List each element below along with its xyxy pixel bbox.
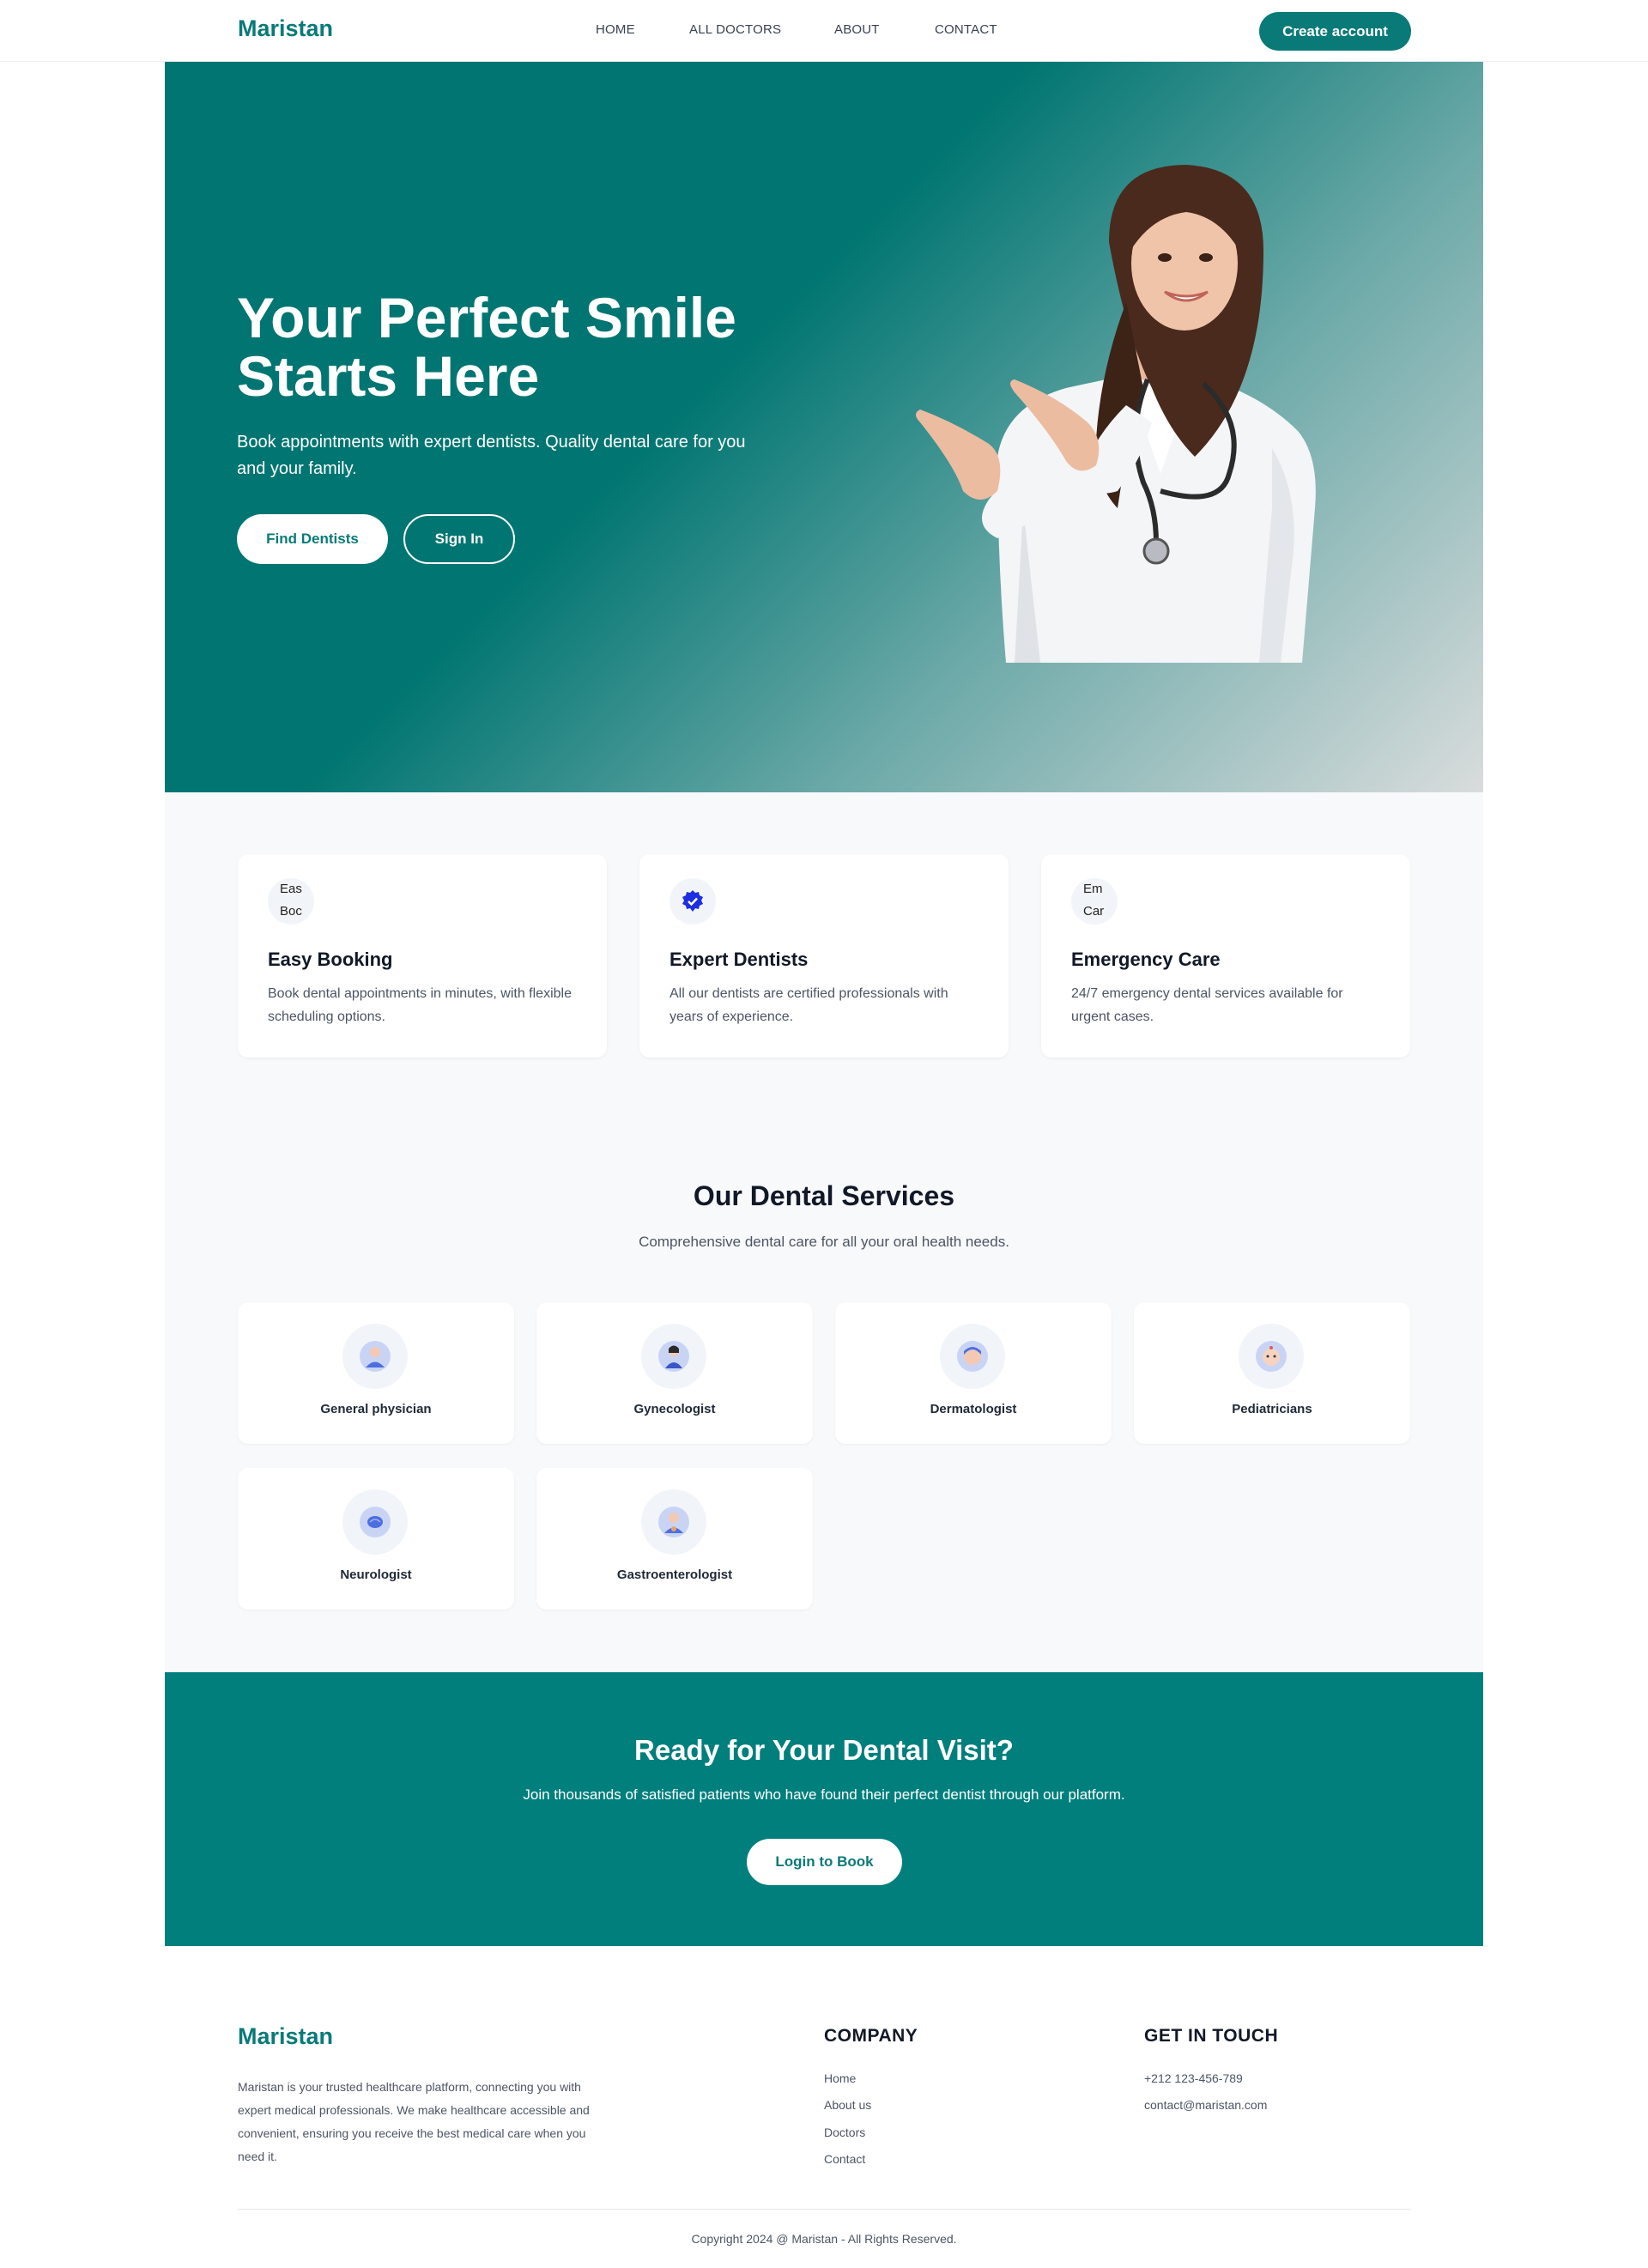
service-card-dermatologist[interactable]: Dermatologist <box>835 1302 1112 1444</box>
find-dentists-button[interactable]: Find Dentists <box>237 514 388 564</box>
emergency-icon: Em Car <box>1071 878 1118 925</box>
footer-copyright: Copyright 2024 @ Maristan - All Rights R… <box>691 2232 957 2246</box>
service-card-neurologist[interactable]: Neurologist <box>238 1468 514 1610</box>
services-subtitle: Comprehensive dental care for all your o… <box>639 1234 1009 1250</box>
cta-section: Ready for Your Dental Visit? Join thousa… <box>165 1672 1483 1946</box>
service-label: Pediatricians <box>1232 1402 1312 1416</box>
general-physician-icon <box>342 1324 408 1389</box>
service-card-general-physician[interactable]: General physician <box>238 1302 514 1444</box>
footer-phone: +212 123-456-789 <box>1144 2071 1243 2085</box>
service-card-gastroenterologist[interactable]: Gastroenterologist <box>536 1468 813 1610</box>
login-to-book-button[interactable]: Login to Book <box>747 1839 902 1885</box>
site-header: Maristan HOME ALL DOCTORS ABOUT CONTACT … <box>0 0 1648 62</box>
footer-link-contact[interactable]: Contact <box>824 2152 865 2166</box>
feature-text: All our dentists are certified professio… <box>670 986 948 1024</box>
service-label: Dermatologist <box>930 1402 1017 1416</box>
pediatricians-icon <box>1239 1324 1304 1389</box>
services-title: Our Dental Services <box>693 1180 955 1211</box>
feature-text: 24/7 emergency dental services available… <box>1071 986 1343 1024</box>
calendar-icon: Eas Boc <box>268 878 314 925</box>
dermatologist-icon <box>940 1324 1005 1389</box>
footer-company-heading: COMPANY <box>824 2026 918 2046</box>
hero-section: Your Perfect Smile Starts Here Book appoi… <box>165 62 1483 792</box>
verified-badge-icon <box>670 878 716 925</box>
service-card-gynecologist[interactable]: Gynecologist <box>536 1302 813 1444</box>
nav-home[interactable]: HOME <box>596 22 635 37</box>
footer-logo[interactable]: Maristan <box>238 2023 333 2050</box>
footer-link-about-us[interactable]: About us <box>824 2098 871 2112</box>
nav-about[interactable]: ABOUT <box>834 22 880 37</box>
service-card-pediatricians[interactable]: Pediatricians <box>1134 1302 1410 1444</box>
neurologist-icon <box>342 1489 408 1555</box>
nav-all-doctors[interactable]: ALL DOCTORS <box>689 22 781 37</box>
feature-title: Expert Dentists <box>670 949 809 970</box>
feature-card-easy-booking: Eas Boc Easy Booking Book dental appoint… <box>238 854 607 1058</box>
doctor-image <box>916 165 1316 663</box>
footer-link-home[interactable]: Home <box>824 2071 856 2085</box>
feature-title: Easy Booking <box>268 949 393 970</box>
cta-text: Join thousands of satisfied patients who… <box>523 1786 1125 1803</box>
feature-text: Book dental appointments in minutes, wit… <box>268 986 572 1024</box>
brand-logo[interactable]: Maristan <box>238 15 333 42</box>
footer-contact-heading: GET IN TOUCH <box>1144 2026 1279 2046</box>
footer-link-doctors[interactable]: Doctors <box>824 2125 865 2139</box>
service-label: Gastroenterologist <box>616 1568 733 1582</box>
cta-title: Ready for Your Dental Visit? <box>634 1734 1014 1766</box>
service-label: General physician <box>320 1402 432 1416</box>
hero-title: Your Perfect Smile Starts Here <box>237 286 736 408</box>
feature-card-emergency-care: Em Car Emergency Care 24/7 emergency den… <box>1041 854 1410 1058</box>
footer-description: Maristan is your trusted healthcare plat… <box>238 2080 590 2163</box>
gynecologist-icon <box>641 1324 706 1389</box>
sign-in-button[interactable]: Sign In <box>403 514 515 564</box>
nav-contact[interactable]: CONTACT <box>935 22 997 37</box>
create-account-button[interactable]: Create account <box>1259 12 1411 51</box>
service-label: Neurologist <box>340 1568 412 1582</box>
gastroenterologist-icon <box>641 1489 706 1555</box>
hero-subtitle: Book appointments with expert dentists. … <box>237 433 746 478</box>
service-label: Gynecologist <box>633 1402 716 1416</box>
footer-email[interactable]: contact@maristan.com <box>1144 2098 1267 2112</box>
feature-title: Emergency Care <box>1071 949 1221 970</box>
footer-divider <box>238 2209 1411 2210</box>
feature-card-expert-dentists: Expert Dentists All our dentists are cer… <box>639 854 1009 1058</box>
